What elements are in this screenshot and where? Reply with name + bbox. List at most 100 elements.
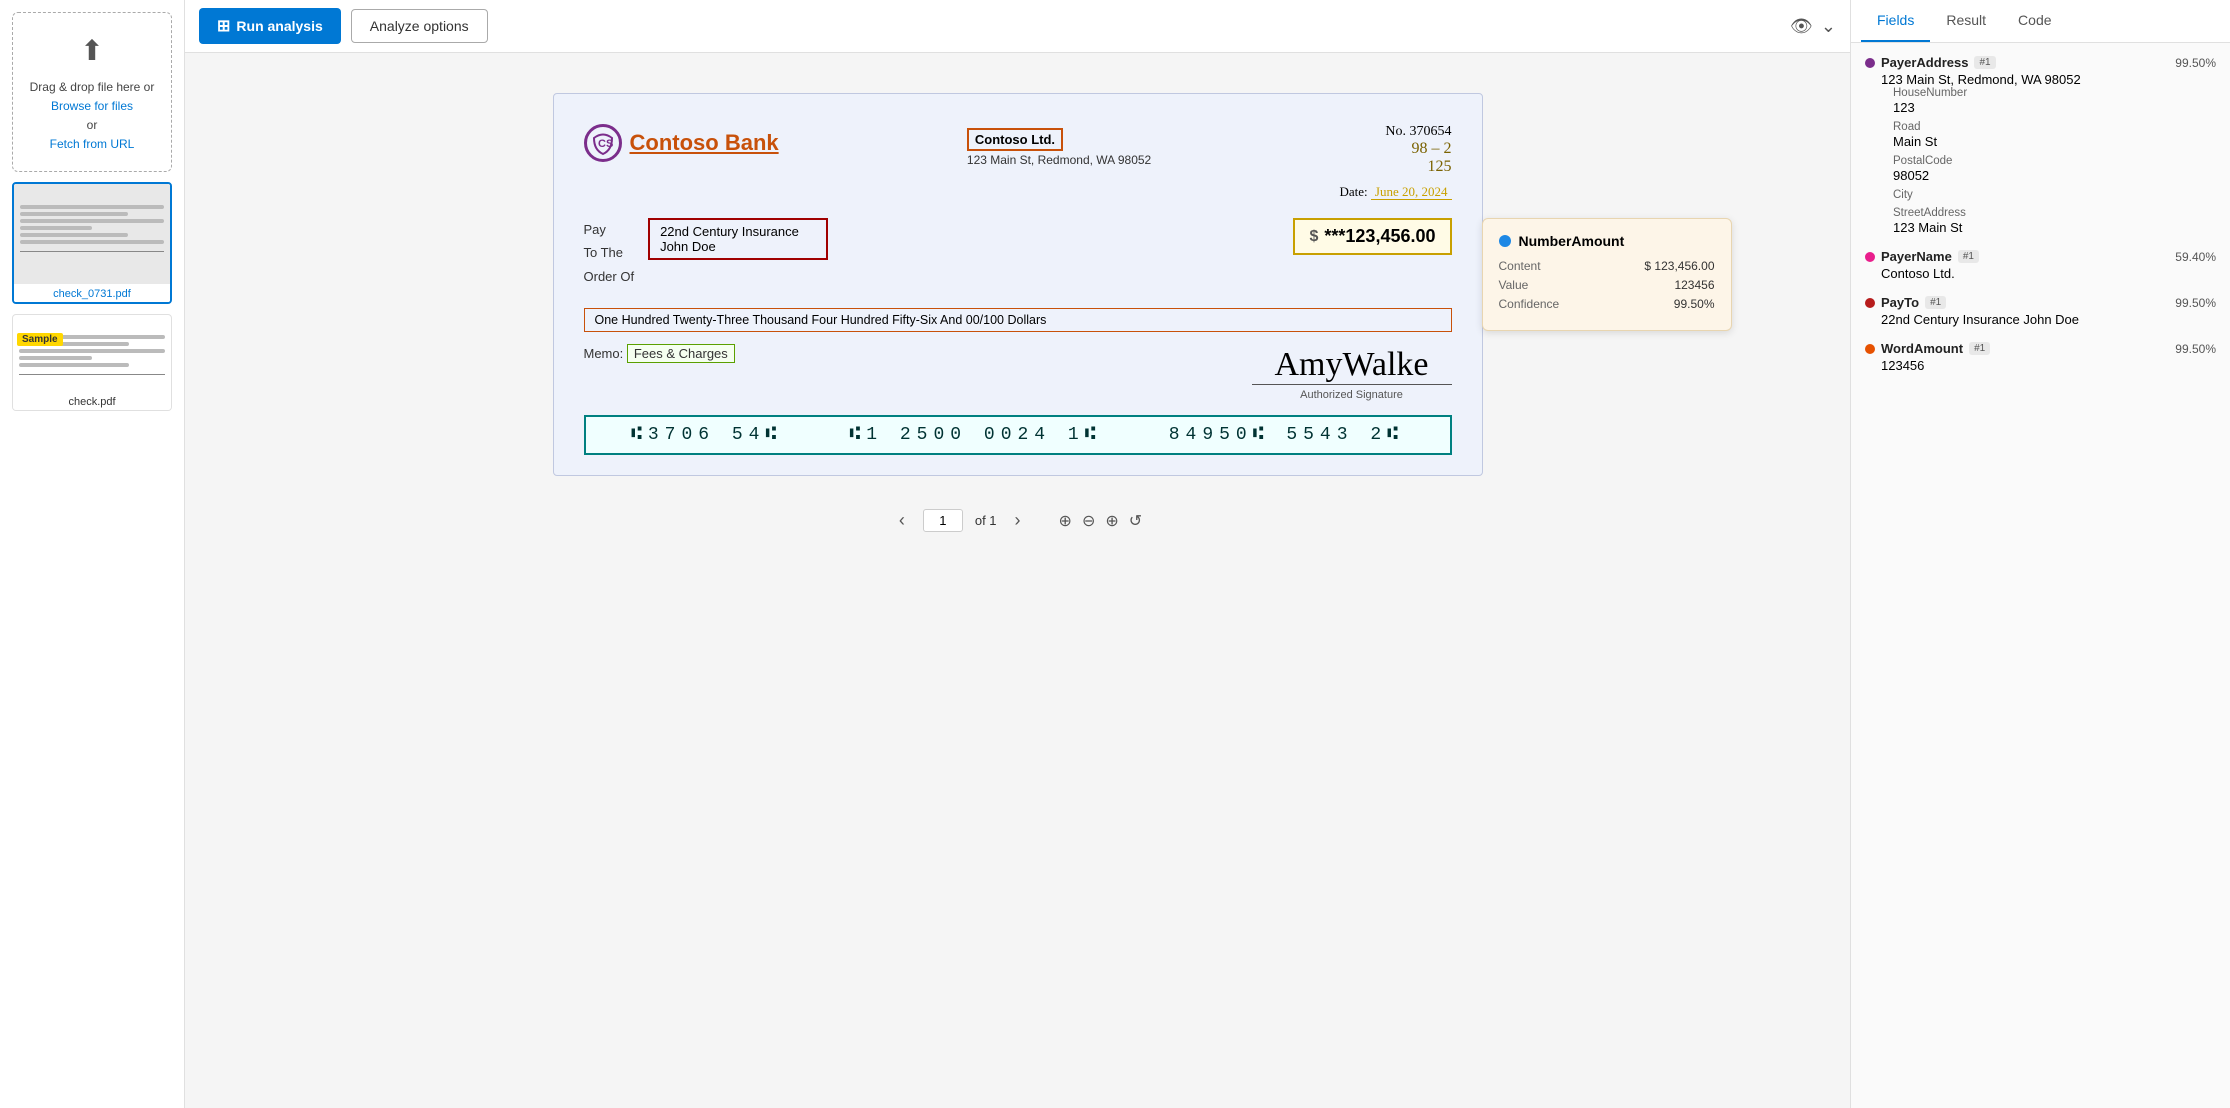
field-payer-name: PayerName #1 59.40% Contoso Ltd. xyxy=(1865,249,2216,281)
zoom-in-icon[interactable]: ⊕ xyxy=(1059,511,1072,531)
field-value-payer-name: Contoso Ltd. xyxy=(1865,266,2216,281)
payto-box: 22nd Century Insurance John Doe xyxy=(648,218,828,260)
fit-icon[interactable]: ⊕ xyxy=(1105,511,1118,531)
tooltip-value-label: Value xyxy=(1499,278,1529,292)
subfield-housenumber: HouseNumber 123 xyxy=(1865,87,2216,115)
memo-value: Fees & Charges xyxy=(627,344,735,363)
field-name-row: PayerAddress #1 xyxy=(1865,55,1996,70)
check-document: CS Contoso Bank Contoso Ltd. 123 Main St… xyxy=(553,93,1483,476)
amount-container: $ ***123,456.00 NumberAmount Content $ 1… xyxy=(1293,218,1451,255)
tab-result[interactable]: Result xyxy=(1930,0,2002,42)
file1-label: check_0731.pdf xyxy=(14,284,170,302)
sidebar: ⬆ Drag & drop file here or Browse for fi… xyxy=(0,0,185,1108)
field-name-row-word-amount: WordAmount #1 xyxy=(1865,341,1990,356)
right-tabs: Fields Result Code xyxy=(1851,0,2230,43)
field-confidence-payer-address: 99.50% xyxy=(2175,56,2216,70)
run-icon: ⊞ xyxy=(217,16,230,36)
field-header-word-amount: WordAmount #1 99.50% xyxy=(1865,341,2216,356)
browse-link[interactable]: Browse for files xyxy=(51,99,133,113)
field-badge-payer-address: #1 xyxy=(1974,56,1995,69)
prev-page-button[interactable]: ‹ xyxy=(893,508,911,533)
file2-label: check.pdf xyxy=(13,392,171,410)
file-thumbnail-1[interactable]: check_0731.pdf xyxy=(12,182,172,304)
zoom-out-icon[interactable]: ⊖ xyxy=(1082,511,1095,531)
field-dot-payer-address xyxy=(1865,58,1875,68)
tab-code[interactable]: Code xyxy=(2002,0,2067,42)
payto-section: Pay To The Order Of 22nd Century Insuran… xyxy=(584,218,829,288)
field-badge-payer-name: #1 xyxy=(1958,250,1979,263)
sig-area: AmyWalke Authorized Signature xyxy=(1252,346,1452,401)
field-word-amount: WordAmount #1 99.50% 123456 xyxy=(1865,341,2216,373)
sample-badge: Sample xyxy=(17,333,63,346)
run-analysis-button[interactable]: ⊞ Run analysis xyxy=(199,8,341,44)
field-payer-address: PayerAddress #1 99.50% 123 Main St, Redm… xyxy=(1865,55,2216,235)
check-date-value: June 20, 2024 xyxy=(1371,184,1452,200)
page-navigation: ‹ of 1 › ⊕ ⊖ ⊕ ↺ xyxy=(893,496,1142,537)
memo-label: Memo: xyxy=(584,346,624,361)
next-page-button[interactable]: › xyxy=(1009,508,1027,533)
field-confidence-word-amount: 99.50% xyxy=(2175,342,2216,356)
payto-label: Pay To The Order Of xyxy=(584,218,635,288)
subfield-streetaddress: StreetAddress 123 Main St xyxy=(1865,207,2216,235)
payee-name: Contoso Ltd. xyxy=(967,128,1063,151)
tooltip-value-row: Value 123456 xyxy=(1499,278,1715,292)
payto-line2: John Doe xyxy=(660,239,816,254)
sig-memo-row: Memo: Fees & Charges AmyWalke Authorized… xyxy=(584,346,1452,401)
page-input[interactable] xyxy=(923,509,963,532)
sig-line xyxy=(1252,384,1452,385)
amount-tooltip: NumberAmount Content $ 123,456.00 Value … xyxy=(1482,218,1732,331)
field-value-payto: 22nd Century Insurance John Doe xyxy=(1865,312,2216,327)
tooltip-confidence-val: 99.50% xyxy=(1674,297,1715,311)
chevron-down-icon[interactable]: ⌄ xyxy=(1821,16,1836,37)
field-dot-payer-name xyxy=(1865,252,1875,262)
toolbar: ⊞ Run analysis Analyze options 👁 ⌄ xyxy=(185,0,1850,53)
check-number: No. 370654 xyxy=(1340,124,1452,140)
signature: AmyWalke xyxy=(1275,346,1429,384)
toolbar-icons: 👁 ⌄ xyxy=(1790,16,1836,37)
drop-zone[interactable]: ⬆ Drag & drop file here or Browse for fi… xyxy=(12,12,172,172)
field-name-row-payto: PayTo #1 xyxy=(1865,295,1946,310)
run-label: Run analysis xyxy=(236,18,322,34)
field-header-payer-address: PayerAddress #1 99.50% xyxy=(1865,55,2216,70)
micr-line: ⑆3706 54⑆ ⑆1 2500 0024 1⑆ 84950⑆ 5543 2⑆ xyxy=(584,415,1452,455)
field-name-payer-address: PayerAddress xyxy=(1881,55,1968,70)
field-name-row-payer: PayerName #1 xyxy=(1865,249,1979,264)
field-confidence-payer-name: 59.40% xyxy=(2175,250,2216,264)
field-payto: PayTo #1 99.50% 22nd Century Insurance J… xyxy=(1865,295,2216,327)
payee-block: Contoso Ltd. 123 Main St, Redmond, WA 98… xyxy=(967,128,1151,167)
check-fraction: 98 – 2125 xyxy=(1340,140,1452,176)
tooltip-content-label: Content xyxy=(1499,259,1541,273)
rotate-icon[interactable]: ↺ xyxy=(1129,511,1142,531)
fetch-link[interactable]: Fetch from URL xyxy=(50,137,135,151)
field-badge-word-amount: #1 xyxy=(1969,342,1990,355)
dollar-sign: $ xyxy=(1309,228,1318,246)
field-badge-payto: #1 xyxy=(1925,296,1946,309)
field-value-payer-address: 123 Main St, Redmond, WA 98052 xyxy=(1865,72,2216,87)
field-name-payer: PayerName xyxy=(1881,249,1952,264)
tooltip-title: NumberAmount xyxy=(1499,233,1715,249)
check-number-block: No. 370654 98 – 2125 Date: June 20, 2024 xyxy=(1340,124,1452,200)
eye-icon[interactable]: 👁 xyxy=(1790,16,1813,37)
subfield-road: Road Main St xyxy=(1865,121,2216,149)
tooltip-content-val: $ 123,456.00 xyxy=(1644,259,1714,273)
subfield-postalcode: PostalCode 98052 xyxy=(1865,155,2216,183)
thumb-preview-1 xyxy=(14,184,170,284)
fields-content: PayerAddress #1 99.50% 123 Main St, Redm… xyxy=(1851,43,2230,1108)
analyze-options-button[interactable]: Analyze options xyxy=(351,9,488,43)
tooltip-confidence-label: Confidence xyxy=(1499,297,1560,311)
memo-row: Memo: Fees & Charges xyxy=(584,346,735,361)
tab-fields[interactable]: Fields xyxy=(1861,0,1930,42)
field-header-payer-name: PayerName #1 59.40% xyxy=(1865,249,2216,264)
or-label: or xyxy=(87,118,98,132)
thumb-preview-2: Sample xyxy=(13,329,171,392)
tooltip-content-row: Content $ 123,456.00 xyxy=(1499,259,1715,273)
zoom-controls: ⊕ ⊖ ⊕ ↺ xyxy=(1059,511,1143,531)
amount-value: ***123,456.00 xyxy=(1324,226,1435,247)
file-thumbnail-2[interactable]: Sample check.pdf xyxy=(12,314,172,411)
word-amount: One Hundred Twenty-Three Thousand Four H… xyxy=(584,308,1452,332)
sig-label: Authorized Signature xyxy=(1300,389,1403,401)
field-name-word-amount: WordAmount xyxy=(1881,341,1963,356)
field-confidence-payto: 99.50% xyxy=(2175,296,2216,310)
bank-name: Contoso Bank xyxy=(630,130,779,156)
drop-label: Drag & drop file here or xyxy=(30,80,155,94)
